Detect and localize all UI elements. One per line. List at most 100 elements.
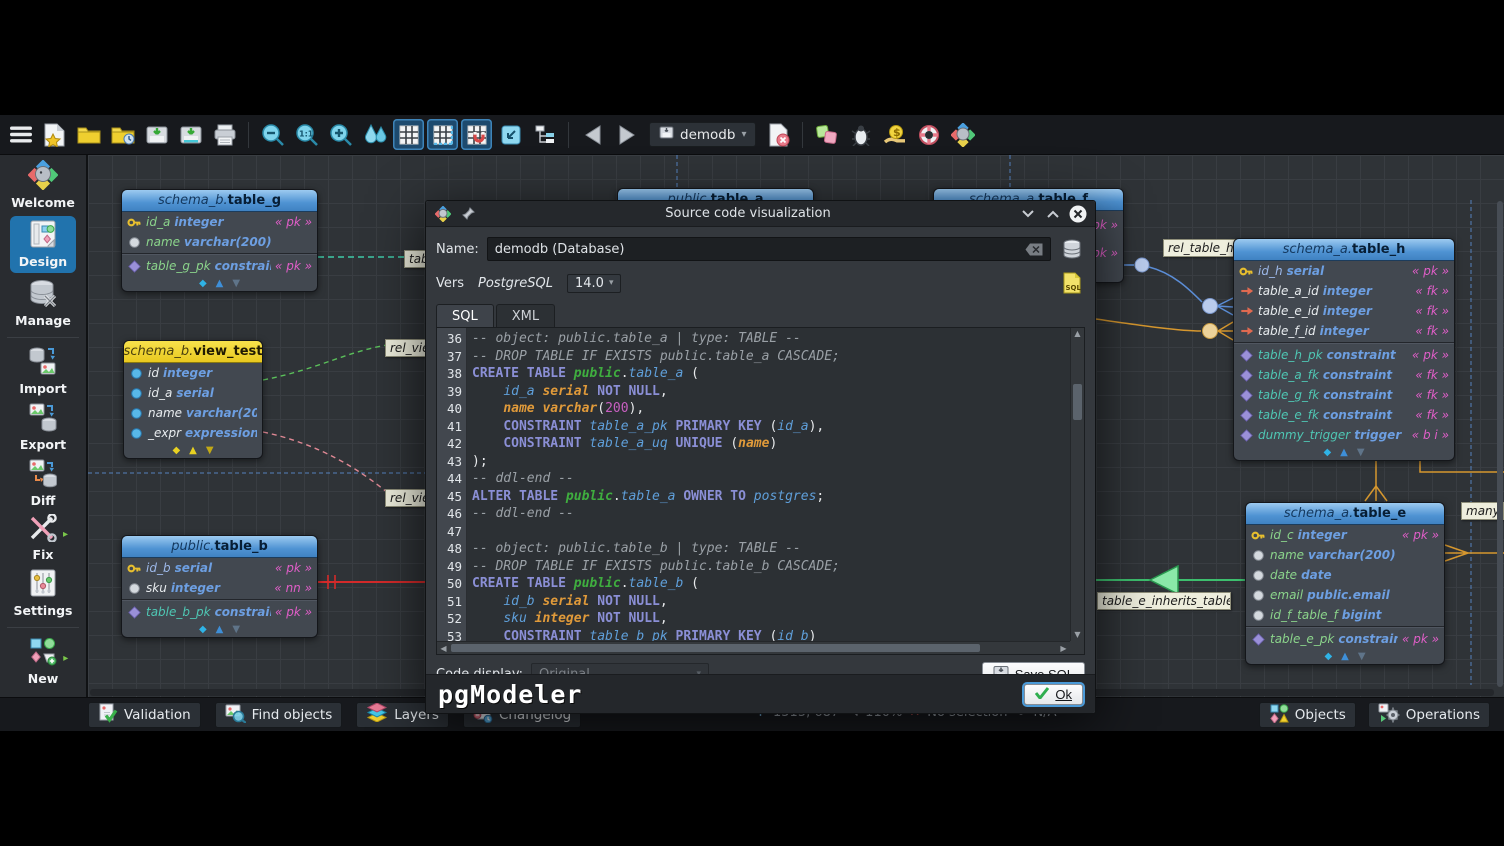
table-row[interactable]: table_a_idinteger« fk »	[1234, 281, 1454, 301]
table-footer-icons[interactable]: ◆ ▲ ▼	[122, 276, 317, 291]
expand-icon[interactable]: ▲	[216, 279, 224, 289]
collapse-icon[interactable]: ▼	[1358, 652, 1366, 662]
sidebar-item-diff[interactable]: Diff	[28, 458, 58, 508]
table-row[interactable]: id_hserial« pk »	[1234, 261, 1454, 281]
table-table_g[interactable]: schema_b.table_gid_ainteger« pk »namevar…	[121, 189, 318, 292]
code-vertical-scrollbar[interactable]: ▲ ▼	[1070, 328, 1084, 641]
table-row[interactable]: namevarchar(200)	[122, 232, 317, 252]
table-row[interactable]: table_h_pkconstraint« pk »	[1234, 345, 1454, 365]
table-footer-icons[interactable]: ◆ ▲ ▼	[1246, 649, 1444, 664]
button-operations[interactable]: Operations	[1368, 702, 1490, 728]
table-row[interactable]: table_g_pkconstraint« pk »	[122, 256, 317, 276]
chevron-down-icon[interactable]	[1019, 205, 1037, 223]
table-header[interactable]: schema_b.view_test	[124, 341, 262, 363]
close-model-icon[interactable]	[763, 119, 794, 150]
table-row[interactable]: namevarchar(200)	[124, 403, 262, 423]
table-row[interactable]: id_ainteger« pk »	[122, 212, 317, 232]
tab-sql[interactable]: SQL	[436, 304, 494, 327]
diamond-icon[interactable]: ◆	[172, 446, 180, 456]
collapse-icon[interactable]: ▼	[1357, 448, 1365, 458]
table-row[interactable]: table_g_fkconstraint« fk »	[1234, 385, 1454, 405]
table-row[interactable]: table_a_fkconstraint« fk »	[1234, 365, 1454, 385]
expand-icon[interactable]: ▲	[1341, 652, 1349, 662]
previous-model-icon[interactable]	[577, 119, 608, 150]
expand-icon[interactable]: ▲	[189, 446, 197, 456]
clear-input-icon[interactable]	[1025, 243, 1043, 256]
vscroll-thumb[interactable]	[1073, 384, 1082, 420]
save-model-icon[interactable]	[141, 119, 172, 150]
relationship-label[interactable]: table_e_inherits_table_c	[1097, 592, 1231, 610]
diamond-icon[interactable]: ◆	[1324, 652, 1332, 662]
canvas-vertical-scrollbar[interactable]	[1497, 201, 1503, 687]
bug-report-icon[interactable]	[845, 119, 876, 150]
scroll-left-icon[interactable]: ◀	[437, 642, 450, 654]
collapse-icon[interactable]: ▼	[206, 446, 214, 456]
relationship-label[interactable]: rel_table_h_	[1163, 239, 1239, 257]
table-row[interactable]: emailpublic.email	[1246, 585, 1444, 605]
model-overview-icon[interactable]	[359, 119, 390, 150]
table-row[interactable]: dummy_triggertrigger« b i »	[1234, 425, 1454, 445]
button-validation[interactable]: Validation	[88, 702, 201, 728]
table-table_e[interactable]: schema_a.table_eid_cinteger« pk »namevar…	[1245, 502, 1445, 665]
table-row[interactable]: table_e_fkconstraint« fk »	[1234, 405, 1454, 425]
expand-icon[interactable]: ▲	[1340, 448, 1348, 458]
table-row[interactable]: _exprexpression	[124, 423, 262, 443]
support-icon[interactable]	[913, 119, 944, 150]
collapse-icon[interactable]: ▼	[232, 625, 240, 635]
button-find-objects[interactable]: Find objects	[215, 702, 343, 728]
table-row[interactable]: skuinteger« nn »	[122, 578, 317, 598]
table-row[interactable]: datedate	[1246, 565, 1444, 585]
sidebar-item-fix[interactable]: Fix▸	[28, 514, 58, 562]
sidebar-item-import[interactable]: Import	[19, 346, 66, 396]
menu-icon[interactable]	[5, 119, 36, 150]
button-objects[interactable]: Objects	[1259, 702, 1356, 728]
new-model-icon[interactable]	[39, 119, 70, 150]
snap-grid-icon[interactable]	[461, 119, 492, 150]
sidebar-item-manage[interactable]: Manage	[15, 279, 71, 328]
page-delimiters-icon[interactable]	[427, 119, 458, 150]
table-row[interactable]: id_aserial	[124, 383, 262, 403]
collapse-icon[interactable]: ▼	[232, 279, 240, 289]
donate-icon[interactable]: $	[879, 119, 910, 150]
sidebar-item-export[interactable]: Export	[20, 402, 66, 452]
hscroll-thumb[interactable]	[451, 644, 980, 652]
chevron-up-icon[interactable]	[1044, 205, 1062, 223]
diamond-icon[interactable]: ◆	[199, 279, 207, 289]
sidebar-item-design[interactable]: Design	[10, 216, 76, 273]
table-row[interactable]: id_cinteger« pk »	[1246, 525, 1444, 545]
zoom-in-icon[interactable]	[325, 119, 356, 150]
object-hierarchy-icon[interactable]	[529, 119, 560, 150]
table-header[interactable]: public.table_b	[122, 536, 317, 558]
pin-icon[interactable]	[459, 205, 477, 223]
diamond-icon[interactable]: ◆	[199, 625, 207, 635]
table-row[interactable]: idinteger	[124, 363, 262, 383]
code-horizontal-scrollbar[interactable]: ◀ ▶	[437, 641, 1070, 654]
close-icon[interactable]	[1069, 205, 1087, 223]
table-header[interactable]: schema_a.table_h	[1234, 239, 1454, 261]
table-row[interactable]: table_e_idinteger« fk »	[1234, 301, 1454, 321]
scroll-down-icon[interactable]: ▼	[1071, 629, 1084, 641]
table-footer-icons[interactable]: ◆▲▼	[122, 622, 317, 637]
recent-models-icon[interactable]	[107, 119, 138, 150]
compact-view-icon[interactable]	[495, 119, 526, 150]
diamond-icon[interactable]: ◆	[1323, 448, 1331, 458]
table-header[interactable]: schema_a.table_e	[1246, 503, 1444, 525]
tab-xml[interactable]: XML	[496, 304, 555, 327]
view-view_test[interactable]: schema_b.view_testidintegerid_aserialnam…	[123, 340, 263, 459]
model-selector[interactable]: demodb▾	[649, 122, 756, 147]
version-selector[interactable]: 14.0 ▾	[567, 274, 621, 293]
table-row[interactable]: id_bserial« pk »	[122, 558, 317, 578]
table-table_h[interactable]: schema_a.table_hid_hserial« pk »table_a_…	[1233, 238, 1455, 461]
code-viewer[interactable]: 36-- object: public.table_a | type: TABL…	[436, 327, 1085, 655]
print-icon[interactable]	[209, 119, 240, 150]
open-model-icon[interactable]	[73, 119, 104, 150]
table-row[interactable]: namevarchar(200)	[1246, 545, 1444, 565]
zoom-out-icon[interactable]	[257, 119, 288, 150]
next-model-icon[interactable]	[611, 119, 642, 150]
name-field[interactable]: demodb (Database)	[487, 237, 1051, 261]
plugins-icon[interactable]	[811, 119, 842, 150]
zoom-original-icon[interactable]: 1:1	[291, 119, 322, 150]
show-grid-icon[interactable]	[393, 119, 424, 150]
sidebar-item-welcome[interactable]: Welcome	[11, 160, 75, 210]
save-model-as-icon[interactable]	[175, 119, 206, 150]
